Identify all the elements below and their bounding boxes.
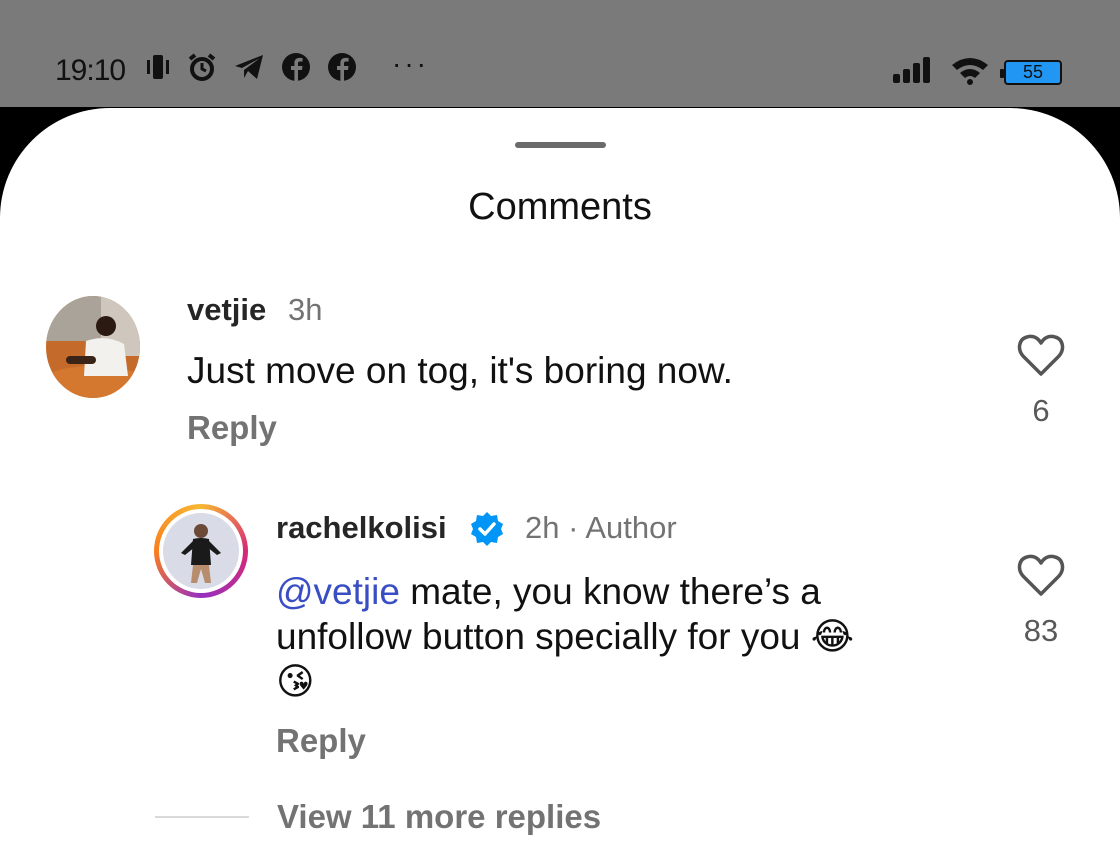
verified-badge-icon xyxy=(471,512,503,546)
status-bar: 19:10 ··· 55 xyxy=(0,0,1120,107)
vibrate-icon xyxy=(145,53,171,90)
avatar[interactable] xyxy=(46,296,140,398)
story-ring-avatar[interactable] xyxy=(154,504,248,598)
reply-text-line2: unfollow button specially for you 😂 xyxy=(276,616,854,657)
signal-icon xyxy=(892,57,936,88)
heart-icon[interactable] xyxy=(1017,553,1065,597)
comment-username[interactable]: vetjie xyxy=(187,292,266,328)
more-notifications-icon: ··· xyxy=(392,48,429,79)
system-status: 55 xyxy=(892,55,1062,90)
wifi-icon xyxy=(950,55,990,90)
mention-link[interactable]: @vetjie xyxy=(276,571,400,612)
facebook-icon xyxy=(281,52,311,91)
reply-text-line1: mate, you know there’s a xyxy=(399,571,821,612)
comment-text: Just move on tog, it's boring now. xyxy=(187,350,733,391)
sheet-title: Comments xyxy=(468,186,652,228)
facebook-icon xyxy=(327,52,357,91)
battery-indicator: 55 xyxy=(1000,60,1062,85)
battery-percent: 55 xyxy=(1022,62,1044,82)
notification-icons xyxy=(145,52,357,91)
avatar-image xyxy=(163,513,239,589)
replies-divider xyxy=(155,816,249,818)
reply-button[interactable]: Reply xyxy=(276,722,366,760)
battery-terminal xyxy=(1000,69,1004,78)
like-count: 6 xyxy=(1032,393,1050,428)
comment-time: 3h xyxy=(288,292,323,327)
drag-handle[interactable] xyxy=(515,142,606,148)
reply-text-line3: 😘 xyxy=(276,661,315,702)
heart-icon[interactable] xyxy=(1017,333,1065,377)
reply-button[interactable]: Reply xyxy=(187,409,277,447)
reply-username[interactable]: rachelkolisi xyxy=(276,510,447,546)
telegram-icon xyxy=(233,53,265,90)
reply-time-author: 2h · Author xyxy=(525,510,677,545)
like-count: 83 xyxy=(1023,613,1059,648)
alarm-icon xyxy=(187,52,217,91)
view-more-replies-button[interactable]: View 11 more replies xyxy=(277,798,601,836)
clock: 19:10 xyxy=(55,54,126,87)
reply-text: @vetjie mate, you know there’s a unfollo… xyxy=(276,569,976,704)
avatar-image xyxy=(46,296,140,398)
